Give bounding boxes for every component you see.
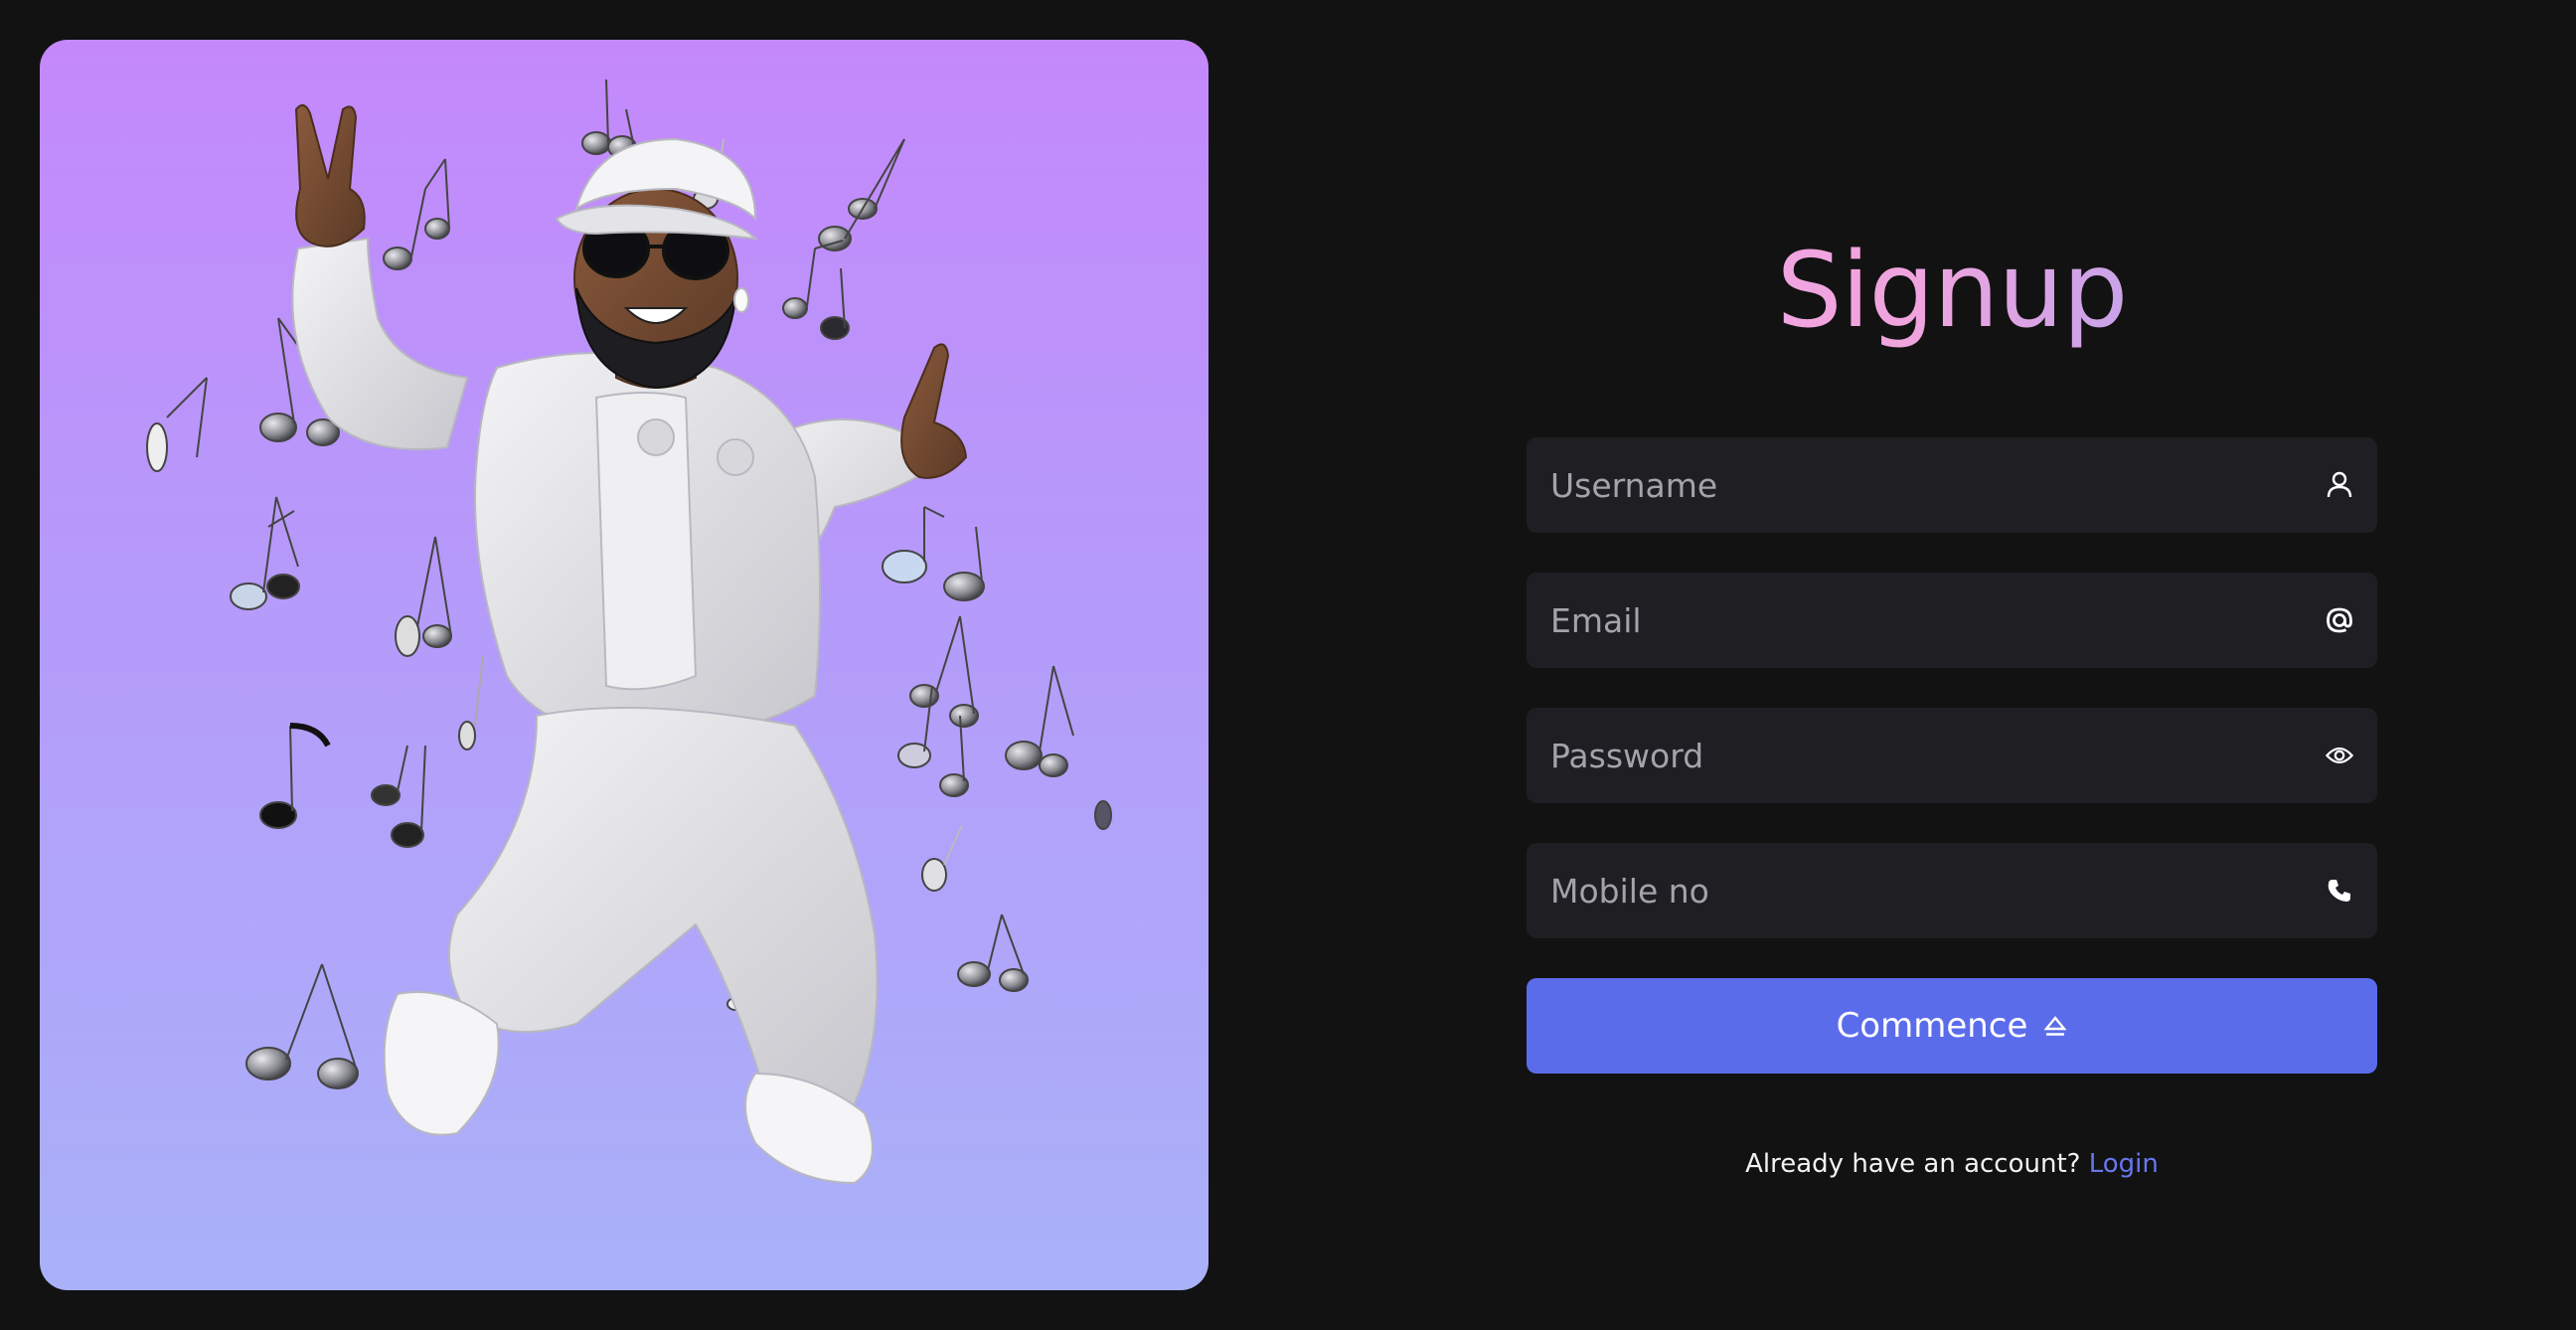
hero-illustration	[40, 40, 1208, 1290]
signup-page: Signup Username Email Mobile no Commence…	[0, 0, 2576, 1330]
email-field[interactable]	[1527, 573, 2377, 668]
login-link[interactable]: Login	[2089, 1149, 2159, 1179]
username-input[interactable]	[1527, 437, 2302, 533]
at-icon	[2326, 606, 2353, 634]
login-prompt-text: Already have an account?	[1745, 1149, 2081, 1179]
dancing-character-illustration	[146, 79, 1112, 1185]
password-field[interactable]	[1527, 708, 2377, 803]
mobile-input[interactable]	[1527, 843, 2302, 938]
password-input[interactable]	[1527, 708, 2302, 803]
commence-button[interactable]: Commence	[1527, 978, 2377, 1074]
login-prompt: Already have an account? Login	[1527, 1149, 2377, 1179]
username-field[interactable]	[1527, 437, 2377, 533]
email-input[interactable]	[1527, 573, 2302, 668]
eject-icon	[2043, 1014, 2067, 1038]
signup-form: Signup Username Email Mobile no Commence…	[1527, 0, 2377, 1330]
page-title: Signup	[1527, 221, 2377, 360]
mobile-field[interactable]	[1527, 843, 2377, 938]
commence-button-label: Commence	[1836, 1006, 2028, 1046]
eye-icon[interactable]	[2326, 742, 2353, 769]
user-icon	[2326, 471, 2353, 499]
phone-icon	[2326, 877, 2353, 905]
